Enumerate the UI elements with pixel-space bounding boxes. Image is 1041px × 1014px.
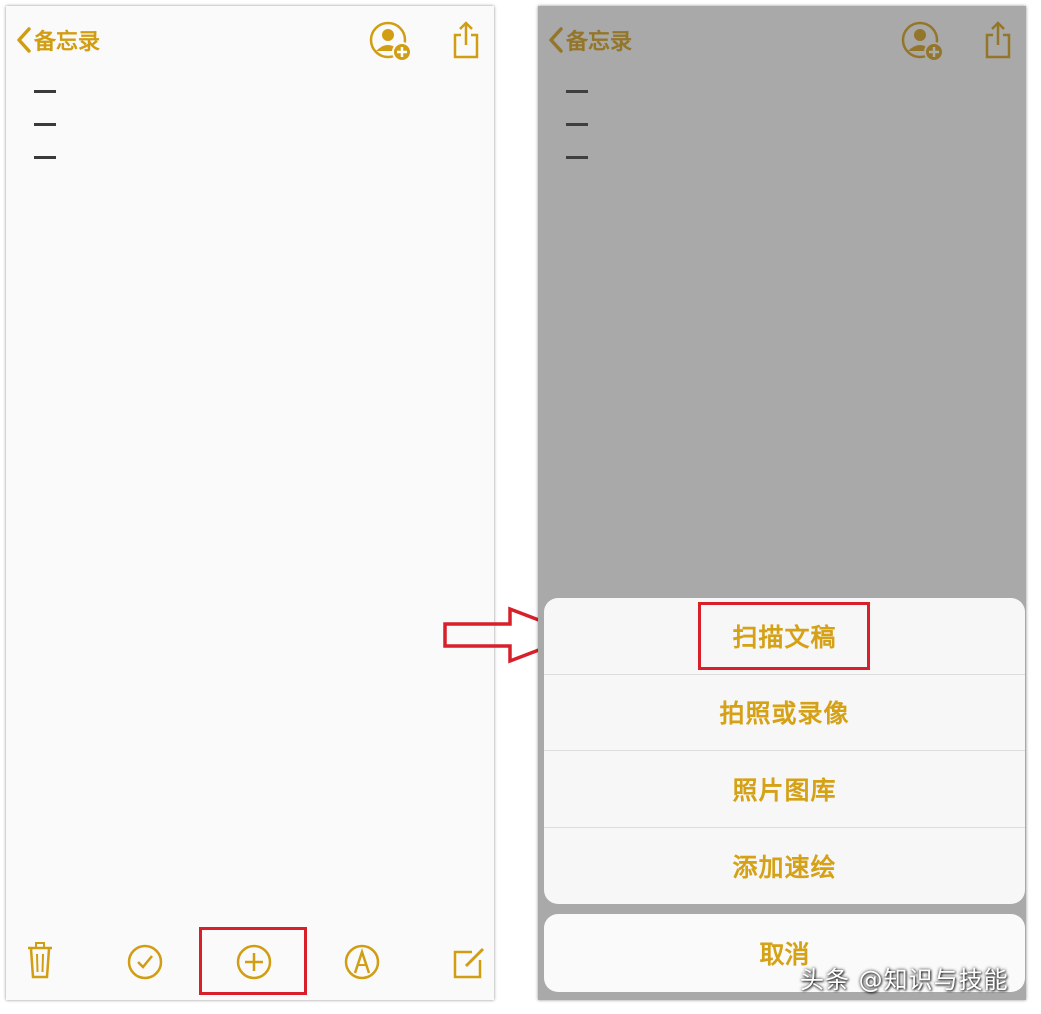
list-item[interactable] xyxy=(34,90,56,93)
back-label: 备忘录 xyxy=(34,30,101,55)
back-button[interactable]: 备忘录 xyxy=(16,24,100,56)
watermark: 头条 @知识与技能 xyxy=(800,966,1009,994)
checklist-dashes xyxy=(34,90,56,189)
action-add-sketch[interactable]: 添加速绘 xyxy=(544,828,1025,905)
list-item[interactable] xyxy=(34,123,56,126)
highlight-plus-button xyxy=(199,927,307,995)
checkmark-circle-icon[interactable] xyxy=(127,944,163,980)
highlight-scan-documents xyxy=(698,602,870,670)
action-take-photo-video[interactable]: 拍照或录像 xyxy=(544,675,1025,751)
compose-icon[interactable] xyxy=(452,946,486,980)
action-photo-library[interactable]: 照片图库 xyxy=(544,751,1025,828)
notes-screen-left: 备忘录 xyxy=(6,6,494,1000)
list-item[interactable] xyxy=(34,156,56,159)
add-person-icon[interactable] xyxy=(368,20,414,66)
nav-bar: 备忘录 xyxy=(6,6,494,76)
notes-screen-right: 备忘录 扫描文稿 拍照或录像 照片图库 添加速绘 取消 xyxy=(538,6,1026,1000)
markup-pen-icon[interactable] xyxy=(344,944,380,980)
chevron-left-icon xyxy=(17,27,31,53)
share-icon[interactable] xyxy=(452,20,480,60)
trash-icon[interactable] xyxy=(26,940,54,980)
